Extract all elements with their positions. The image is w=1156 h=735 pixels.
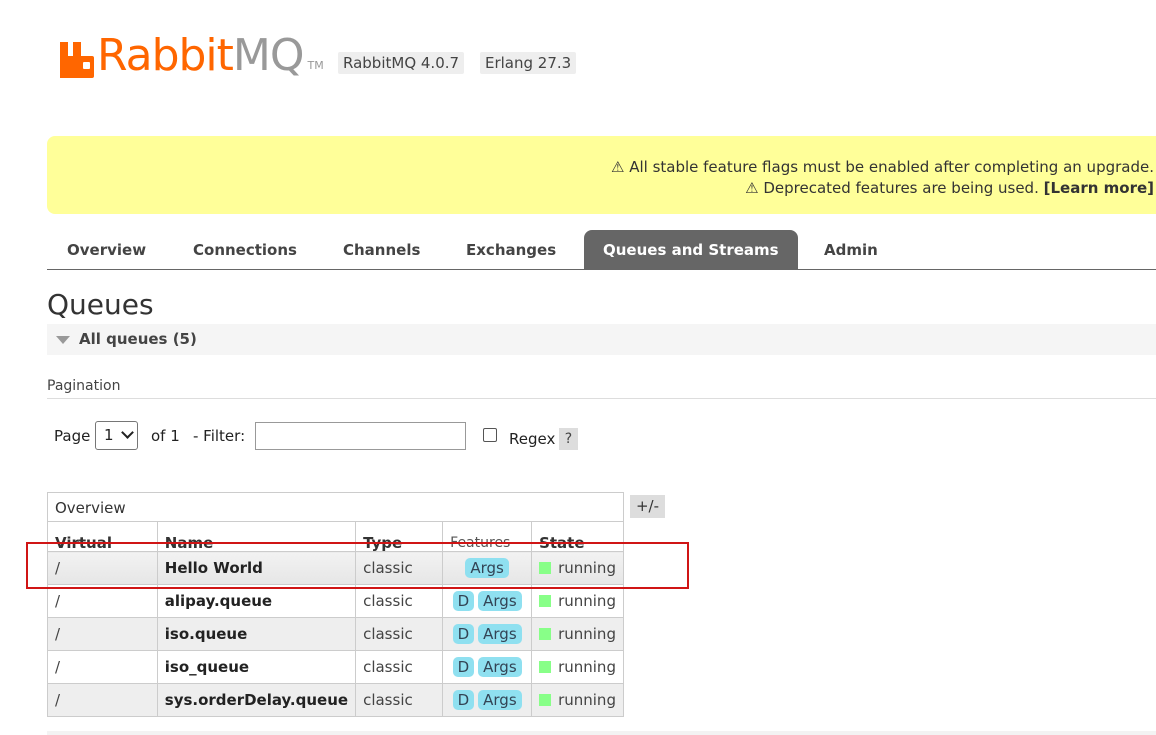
page-title: Queues: [47, 288, 154, 321]
next-section-edge: [47, 731, 1156, 735]
features-cell: D Args: [442, 650, 533, 684]
banner-deprecated-text: ⚠ Deprecated features are being used.: [745, 179, 1044, 197]
vhost-cell: /: [47, 650, 158, 684]
state-cell: running: [531, 683, 624, 717]
feature-tag-args: Args: [478, 657, 522, 677]
column-group-overview: Overview: [47, 492, 624, 522]
state-text: running: [558, 691, 616, 709]
feature-tag-args: Args: [478, 690, 522, 710]
state-cell: running: [531, 650, 624, 684]
page-select-value: 1: [104, 426, 114, 444]
page-label: Page: [54, 427, 91, 445]
tab-channels[interactable]: Channels: [324, 230, 439, 269]
table-row[interactable]: / sys.orderDelay.queue classic D Args run…: [47, 683, 624, 717]
running-status-icon: [539, 661, 552, 673]
table-row[interactable]: / iso_queue classic D Args running: [47, 650, 624, 684]
feature-tag-args: Args: [478, 591, 522, 611]
tab-connections[interactable]: Connections: [174, 230, 316, 269]
queue-name-link[interactable]: iso_queue: [157, 650, 357, 684]
toggle-columns-button[interactable]: +/-: [630, 495, 665, 518]
running-status-icon: [539, 694, 552, 706]
all-queues-section-toggle[interactable]: All queues (5): [47, 324, 1156, 355]
feature-tag-durable: D: [452, 591, 475, 611]
regex-help-button[interactable]: ?: [559, 428, 578, 450]
all-queues-section-label: All queues (5): [79, 330, 197, 348]
feature-tag-durable: D: [452, 690, 475, 710]
logo-text-rabbit: Rabbit: [97, 30, 234, 81]
chevron-down-icon: [121, 426, 134, 439]
filter-input[interactable]: [255, 422, 466, 450]
table-row[interactable]: / alipay.queue classic D Args running: [47, 584, 624, 618]
table-row[interactable]: / iso.queue classic D Args running: [47, 617, 624, 651]
tab-admin[interactable]: Admin: [805, 230, 897, 269]
learn-more-link[interactable]: [Learn more]: [1044, 179, 1154, 197]
rabbitmq-logo[interactable]: Rabbit MQ TM: [60, 28, 324, 78]
vhost-cell: /: [47, 617, 158, 651]
pagination-heading: Pagination: [47, 378, 121, 394]
queue-name-link[interactable]: alipay.queue: [157, 584, 357, 618]
rabbitmq-version-badge: RabbitMQ 4.0.7: [338, 52, 465, 74]
state-text: running: [558, 625, 616, 643]
highlight-box: [26, 542, 689, 589]
queue-name-link[interactable]: sys.orderDelay.queue: [157, 683, 357, 717]
feature-tag-durable: D: [452, 624, 475, 644]
collapse-triangle-icon: [56, 336, 70, 344]
page-count-label: of 1: [151, 427, 180, 445]
main-nav-tabs: Overview Connections Channels Exchanges …: [47, 230, 1156, 270]
regex-checkbox[interactable]: [483, 428, 497, 442]
state-cell: running: [531, 584, 624, 618]
rabbitmq-logo-icon: [60, 42, 94, 78]
logo-text-mq: MQ: [232, 30, 305, 81]
running-status-icon: [539, 595, 552, 607]
state-text: running: [558, 658, 616, 676]
type-cell: classic: [355, 584, 444, 618]
logo-trademark: TM: [307, 59, 324, 72]
features-cell: D Args: [442, 683, 533, 717]
erlang-version-badge: Erlang 27.3: [480, 52, 577, 74]
running-status-icon: [539, 628, 552, 640]
page-select[interactable]: 1: [95, 421, 138, 450]
features-cell: D Args: [442, 617, 533, 651]
pagination-divider: [47, 398, 1156, 399]
state-cell: running: [531, 617, 624, 651]
tab-queues-and-streams[interactable]: Queues and Streams: [584, 230, 798, 269]
vhost-cell: /: [47, 683, 158, 717]
type-cell: classic: [355, 617, 444, 651]
tab-overview[interactable]: Overview: [48, 230, 165, 269]
filter-label: - Filter:: [193, 427, 246, 445]
feature-tag-durable: D: [452, 657, 475, 677]
feature-flags-warning-banner: ⚠ All stable feature flags must be enabl…: [47, 136, 1156, 214]
regex-label: Regex: [509, 430, 556, 448]
type-cell: classic: [355, 683, 444, 717]
tab-exchanges[interactable]: Exchanges: [447, 230, 575, 269]
vhost-cell: /: [47, 584, 158, 618]
banner-line-deprecated: ⚠ Deprecated features are being used. [L…: [745, 179, 1154, 197]
queue-name-link[interactable]: iso.queue: [157, 617, 357, 651]
feature-tag-args: Args: [478, 624, 522, 644]
features-cell: D Args: [442, 584, 533, 618]
banner-line-feature-flags: ⚠ All stable feature flags must be enabl…: [610, 158, 1154, 176]
type-cell: classic: [355, 650, 444, 684]
state-text: running: [558, 592, 616, 610]
